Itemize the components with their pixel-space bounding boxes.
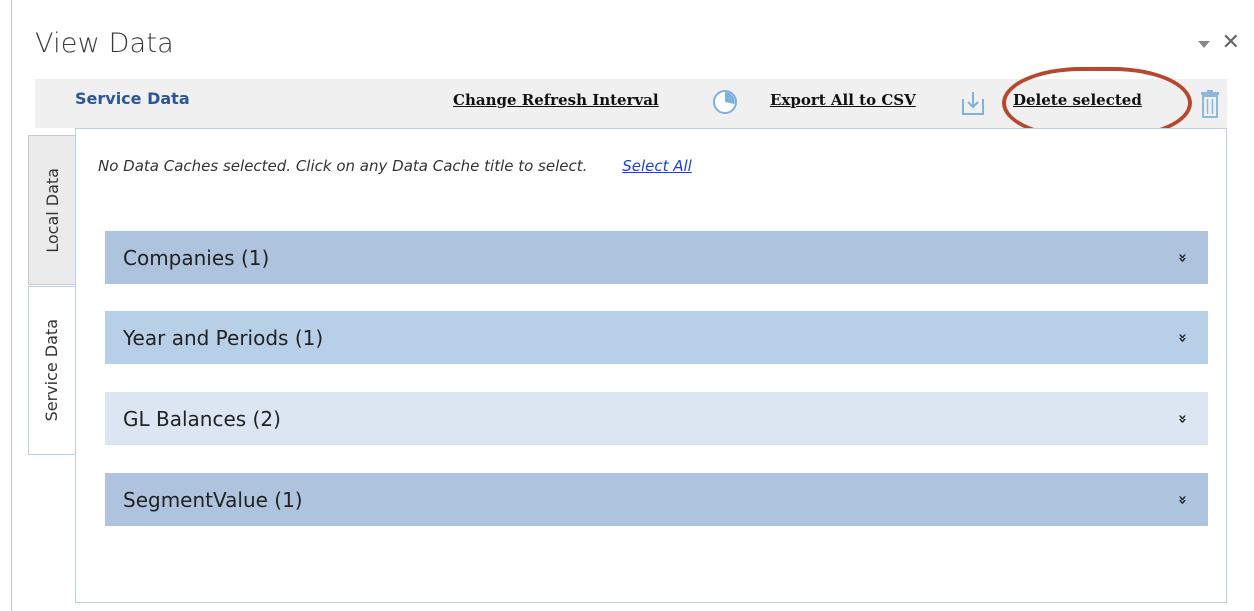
expand-icon[interactable]: » [1174,495,1192,505]
expand-icon[interactable]: » [1174,333,1192,343]
pane-left-border [11,0,12,611]
expand-icon[interactable]: » [1174,414,1192,424]
tab-local-data[interactable]: Local Data [28,135,75,285]
cache-item-label: Companies (1) [123,245,270,270]
cache-item-label: GL Balances (2) [123,406,281,431]
select-all-link[interactable]: Select All [622,157,692,175]
cache-item-gl-balances[interactable]: GL Balances (2) » [105,392,1208,445]
change-refresh-interval-button[interactable]: Change Refresh Interval [453,91,659,109]
tab-service-data[interactable]: Service Data [28,286,75,455]
pane-title: View Data [35,28,174,59]
export-all-csv-button[interactable]: Export All to CSV [770,91,916,109]
expand-icon[interactable]: » [1174,253,1192,263]
chevron-down-icon[interactable] [1197,41,1210,48]
cache-item-companies[interactable]: Companies (1) » [105,231,1208,284]
close-icon[interactable]: ✕ [1222,32,1240,54]
cache-item-segment-value[interactable]: SegmentValue (1) » [105,473,1208,526]
selection-message: No Data Caches selected. Click on any Da… [98,157,588,175]
selection-info: No Data Caches selected. Click on any Da… [98,157,692,175]
cache-item-label: SegmentValue (1) [123,487,303,512]
tab-label: Local Data [42,167,62,253]
cache-item-year-periods[interactable]: Year and Periods (1) » [105,311,1208,364]
tab-label: Service Data [42,319,61,422]
download-icon[interactable] [960,89,986,121]
pane-controls: ✕ [1197,32,1240,54]
trash-icon[interactable] [1198,89,1222,123]
clock-icon[interactable] [712,89,738,119]
cache-item-label: Year and Periods (1) [123,325,324,350]
service-data-panel [75,128,1227,603]
